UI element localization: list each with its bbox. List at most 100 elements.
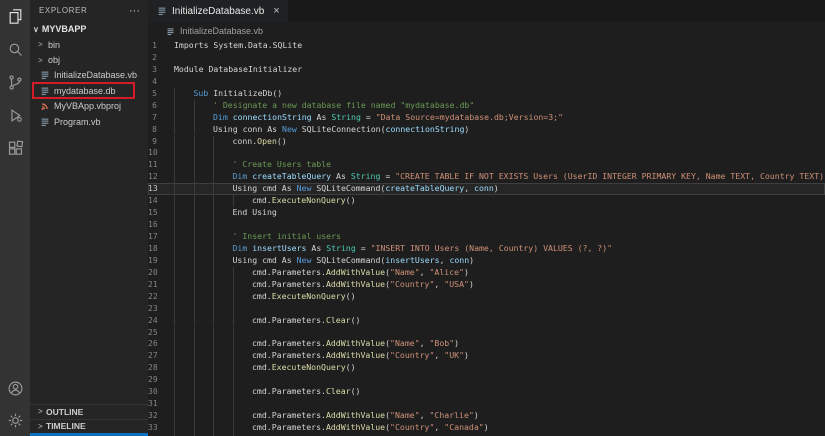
indent-guide [174, 136, 194, 148]
code-line-11[interactable]: 11' Create Users table [148, 159, 825, 171]
line-number: 7 [148, 112, 174, 124]
sidebar-item-program-vb[interactable]: Program.vb [30, 114, 148, 129]
code-text: Using cmd As New SQLiteCommand(insertUse… [174, 255, 474, 267]
source-control-icon[interactable] [2, 70, 28, 94]
account-icon[interactable] [2, 376, 28, 400]
code-line-8[interactable]: 8Using conn As New SQLiteConnection(conn… [148, 124, 825, 136]
line-number: 29 [148, 374, 174, 386]
code-text: cmd.ExecuteNonQuery() [174, 291, 356, 303]
code-line-22[interactable]: 22cmd.ExecuteNonQuery() [148, 291, 825, 303]
code-line-9[interactable]: 9conn.Open() [148, 136, 825, 148]
code-editor[interactable]: 1Imports System.Data.SQLite23Module Data… [148, 40, 825, 436]
breadcrumb-file-label[interactable]: InitializeDatabase.vb [180, 26, 263, 36]
line-number: 23 [148, 303, 174, 315]
indent-guide [194, 315, 214, 327]
indent-guide [174, 171, 194, 183]
code-line-7[interactable]: 7Dim connectionString As String = "Data … [148, 112, 825, 124]
indent-guide [233, 267, 253, 279]
indent-guide [174, 315, 194, 327]
indent-guide [174, 88, 194, 100]
code-line-14[interactable]: 14cmd.ExecuteNonQuery() [148, 195, 825, 207]
code-text [174, 398, 252, 410]
vb-file-icon [40, 117, 50, 127]
code-line-23[interactable]: 23 [148, 303, 825, 315]
file-label: MyVBApp.vbproj [54, 101, 121, 111]
code-line-16[interactable]: 16 [148, 219, 825, 231]
extensions-icon[interactable] [2, 136, 28, 160]
code-line-32[interactable]: 32cmd.Parameters.AddWithValue("Name", "C… [148, 410, 825, 422]
settings-gear-icon[interactable] [2, 408, 28, 432]
code-text: Dim insertUsers As String = "INSERT INTO… [174, 243, 612, 255]
line-number: 31 [148, 398, 174, 410]
code-line-29[interactable]: 29 [148, 374, 825, 386]
line-number: 32 [148, 410, 174, 422]
line-number: 16 [148, 219, 174, 231]
code-text: Sub InitializeDb() [174, 88, 282, 100]
code-line-6[interactable]: 6' Designate a new database file named "… [148, 100, 825, 112]
sidebar-item-bin[interactable]: >bin [30, 37, 148, 52]
line-number: 10 [148, 147, 174, 159]
file-label: Program.vb [54, 117, 101, 127]
line-number: 27 [148, 350, 174, 362]
line-number: 18 [148, 243, 174, 255]
code-line-4[interactable]: 4 [148, 76, 825, 88]
code-line-26[interactable]: 26cmd.Parameters.AddWithValue("Name", "B… [148, 338, 825, 350]
code-line-27[interactable]: 27cmd.Parameters.AddWithValue("Country",… [148, 350, 825, 362]
code-line-13[interactable]: 13Using cmd As New SQLiteCommand(createT… [148, 183, 825, 195]
indent-guide [194, 136, 214, 148]
code-line-15[interactable]: 15End Using [148, 207, 825, 219]
explorer-more-actions-icon[interactable]: ··· [129, 7, 140, 15]
code-line-10[interactable]: 10 [148, 147, 825, 159]
code-line-21[interactable]: 21cmd.Parameters.AddWithValue("Country",… [148, 279, 825, 291]
indent-guide [194, 159, 214, 171]
indent-guide [233, 195, 253, 207]
code-line-24[interactable]: 24cmd.Parameters.Clear() [148, 315, 825, 327]
sidebar-item-initializedatabase-vb[interactable]: InitializeDatabase.vb [30, 68, 148, 83]
code-line-30[interactable]: 30cmd.Parameters.Clear() [148, 386, 825, 398]
indent-guide [213, 279, 233, 291]
close-icon[interactable]: × [273, 5, 279, 17]
line-number: 14 [148, 195, 174, 207]
indent-guide [213, 219, 233, 231]
code-text: End Using [174, 207, 277, 219]
code-line-25[interactable]: 25 [148, 327, 825, 339]
code-line-1[interactable]: 1Imports System.Data.SQLite [148, 40, 825, 52]
indent-guide [233, 350, 253, 362]
code-line-19[interactable]: 19Using cmd As New SQLiteCommand(insertU… [148, 255, 825, 267]
code-text [174, 147, 233, 159]
code-line-20[interactable]: 20cmd.Parameters.AddWithValue("Name", "A… [148, 267, 825, 279]
code-text: conn.Open() [174, 136, 287, 148]
code-line-18[interactable]: 18Dim insertUsers As String = "INSERT IN… [148, 243, 825, 255]
code-line-12[interactable]: 12Dim createTableQuery As String = "CREA… [148, 171, 825, 183]
search-icon[interactable] [2, 37, 28, 61]
code-line-28[interactable]: 28cmd.ExecuteNonQuery() [148, 362, 825, 374]
indent-guide [174, 183, 194, 195]
indent-guide [194, 303, 214, 315]
code-line-33[interactable]: 33cmd.Parameters.AddWithValue("Country",… [148, 422, 825, 434]
indent-guide [174, 219, 194, 231]
indent-guide [213, 183, 233, 195]
line-number: 17 [148, 231, 174, 243]
code-text: cmd.Parameters.AddWithValue("Name", "Cha… [174, 410, 479, 422]
explorer-icon[interactable] [2, 4, 28, 28]
code-line-31[interactable]: 31 [148, 398, 825, 410]
chevron-down-icon: ∨ [33, 25, 39, 34]
section-timeline[interactable]: >TIMELINE [30, 419, 148, 434]
sidebar-item-mydatabase-db[interactable]: mydatabase.db [30, 83, 148, 98]
sidebar-item-myvbapp-vbproj[interactable]: MyVBApp.vbproj [30, 99, 148, 114]
code-text [174, 219, 233, 231]
code-line-3[interactable]: 3Module DatabaseInitializer [148, 64, 825, 76]
code-text: cmd.Parameters.AddWithValue("Country", "… [174, 350, 469, 362]
indent-guide [213, 195, 233, 207]
code-text: ' Insert initial users [174, 231, 341, 243]
code-line-5[interactable]: 5Sub InitializeDb() [148, 88, 825, 100]
tab-initializedatabase[interactable]: InitializeDatabase.vb × [148, 0, 288, 22]
project-root-row[interactable]: ∨ MYVBAPP [30, 21, 148, 37]
code-line-17[interactable]: 17' Insert initial users [148, 231, 825, 243]
section-outline[interactable]: >OUTLINE [30, 404, 148, 419]
code-line-2[interactable]: 2 [148, 52, 825, 64]
chevron-right-icon: > [38, 40, 46, 49]
run-debug-icon[interactable] [2, 103, 28, 127]
sidebar-item-obj[interactable]: >obj [30, 52, 148, 67]
line-number: 6 [148, 100, 174, 112]
